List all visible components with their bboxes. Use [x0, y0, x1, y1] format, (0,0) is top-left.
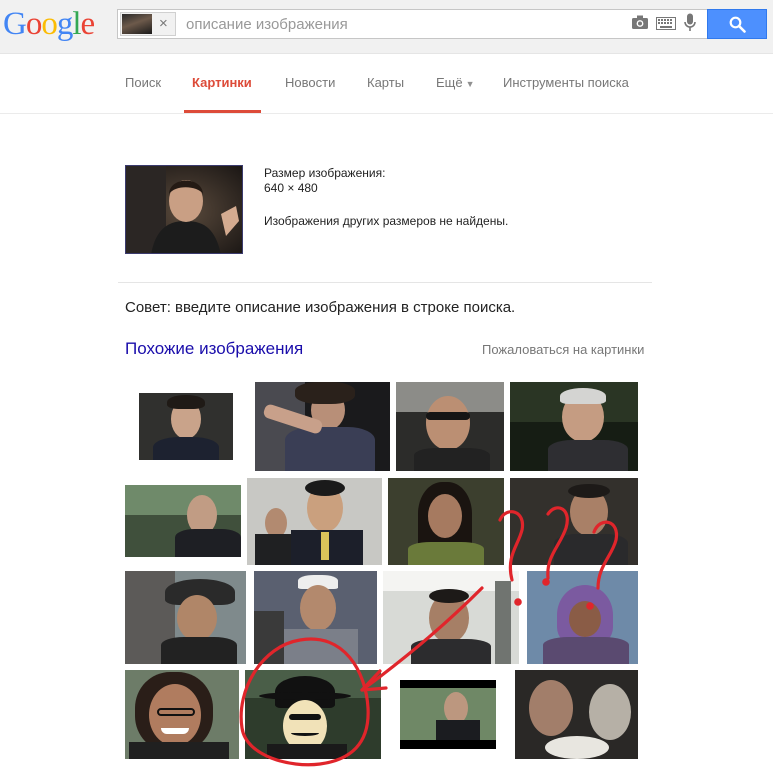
logo-letter: g	[56, 6, 73, 42]
similar-image-thumbnail[interactable]	[247, 478, 382, 565]
header-bar: Google ×	[0, 0, 773, 54]
similar-image-thumbnail[interactable]	[125, 571, 246, 664]
tab-more[interactable]: Ещё ▼	[436, 75, 475, 90]
search-input[interactable]	[186, 12, 616, 36]
search-nav: Поиск Картинки Новости Карты Ещё ▼ Инстру…	[0, 54, 773, 114]
tab-search[interactable]: Поиск	[125, 75, 161, 90]
tab-news[interactable]: Новости	[285, 75, 335, 90]
logo-letter: o	[41, 6, 57, 42]
no-other-sizes-text: Изображения других размеров не найдены.	[264, 214, 509, 228]
divider	[118, 282, 652, 283]
similar-image-thumbnail[interactable]	[254, 571, 377, 664]
similar-image-thumbnail[interactable]	[125, 485, 241, 557]
logo-letter: o	[25, 6, 42, 42]
query-image-thumbnail	[122, 14, 152, 34]
tab-more-label: Ещё	[436, 75, 463, 90]
dropdown-arrow-icon: ▼	[465, 79, 475, 89]
similar-image-thumbnail[interactable]	[515, 670, 638, 759]
similar-image-thumbnail[interactable]	[396, 382, 504, 471]
query-image-chip[interactable]: ×	[120, 12, 176, 36]
similar-image-thumbnail[interactable]	[388, 478, 504, 565]
active-tab-indicator	[184, 110, 261, 113]
logo-letter: G	[3, 6, 27, 42]
search-box: ×	[117, 9, 708, 39]
search-icon	[729, 16, 746, 38]
similar-image-thumbnail[interactable]	[527, 571, 638, 664]
keyboard-icon[interactable]	[656, 16, 676, 34]
tab-images[interactable]: Картинки	[192, 75, 252, 90]
similar-image-thumbnail[interactable]	[245, 670, 381, 759]
similar-images-heading[interactable]: Похожие изображения	[125, 339, 303, 359]
similar-image-thumbnail[interactable]	[400, 680, 496, 749]
query-image[interactable]	[125, 165, 243, 254]
google-logo[interactable]: Google	[3, 6, 96, 42]
similar-image-thumbnail[interactable]	[510, 382, 638, 471]
report-images-link[interactable]: Пожаловаться на картинки	[482, 342, 646, 357]
search-button[interactable]	[707, 9, 767, 39]
logo-letter: l	[72, 6, 81, 42]
logo-letter: e	[80, 6, 96, 42]
similar-image-thumbnail[interactable]	[125, 670, 239, 759]
tab-search-tools[interactable]: Инструменты поиска	[503, 75, 629, 90]
microphone-icon[interactable]	[684, 13, 696, 31]
tab-maps[interactable]: Карты	[367, 75, 404, 90]
similar-image-thumbnail[interactable]	[139, 393, 233, 460]
camera-icon[interactable]	[631, 14, 649, 32]
search-tip: Совет: введите описание изображения в ст…	[125, 299, 516, 316]
image-size-label: Размер изображения:	[264, 166, 386, 180]
clear-image-icon[interactable]: ×	[159, 15, 168, 33]
image-size-value: 640 × 480	[264, 181, 318, 195]
similar-image-thumbnail[interactable]	[383, 571, 519, 664]
similar-image-thumbnail[interactable]	[510, 478, 638, 565]
similar-image-thumbnail[interactable]	[255, 382, 390, 471]
